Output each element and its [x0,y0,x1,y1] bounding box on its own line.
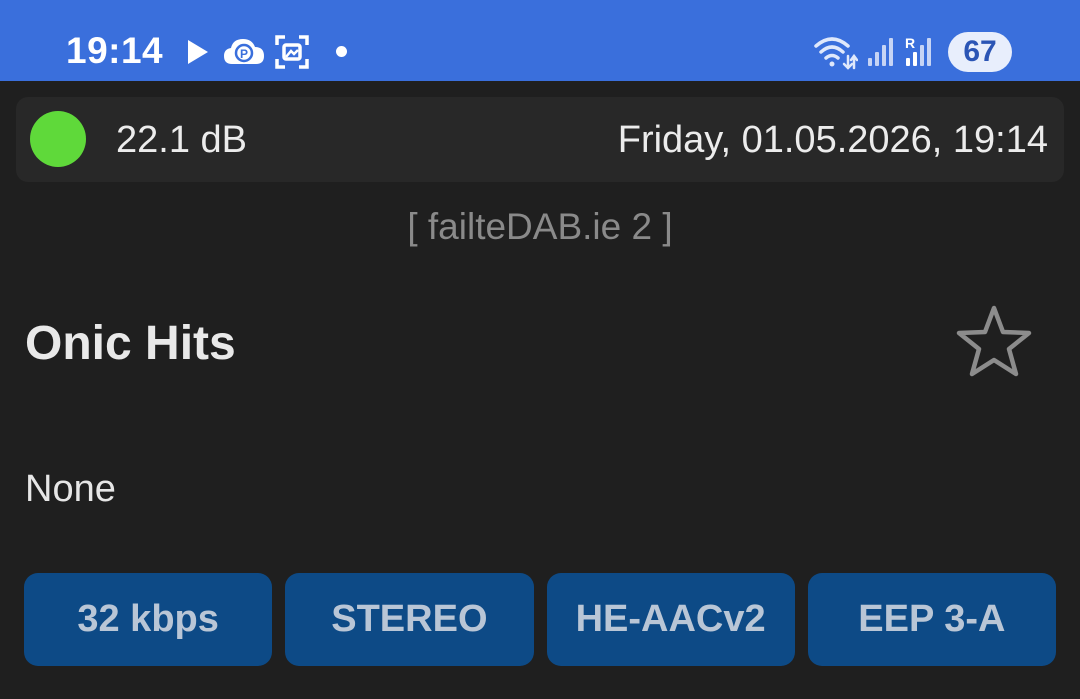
audio-mode-chip[interactable]: STEREO [285,573,534,666]
favorite-star-icon[interactable] [955,304,1033,378]
signal-panel: 22.1 dB Friday, 01.05.2026, 19:14 [16,97,1064,182]
ensemble-name: [ failteDAB.ie 2 ] [407,206,673,247]
cloud-p-icon: P [222,34,266,73]
protection-chip[interactable]: EEP 3-A [807,573,1056,666]
codec-chip[interactable]: HE-AACv2 [546,573,795,666]
signal-quality-indicator [30,111,86,167]
signal-level: 22.1 dB [116,119,247,161]
station-name: Onic Hits [25,317,236,370]
wifi-icon [812,34,859,75]
svg-text:P: P [240,47,248,61]
screenshot-icon [274,34,310,75]
play-icon [186,38,210,71]
service-info-chips: 32 kbps STEREO HE-AACv2 EEP 3-A [24,573,1056,666]
dynamic-label-text: None [25,468,116,510]
bitrate-chip[interactable]: 32 kbps [24,573,273,666]
battery-indicator: 67 [948,32,1012,72]
notification-dot-icon [336,46,347,57]
roaming-signal-icon: R [904,34,938,75]
date-time: Friday, 01.05.2026, 19:14 [617,119,1048,161]
status-time: 19:14 [66,30,164,71]
signal-icon [866,36,896,73]
status-bar: 19:14 P R 67 [0,0,1080,81]
svg-text:R: R [905,35,915,51]
